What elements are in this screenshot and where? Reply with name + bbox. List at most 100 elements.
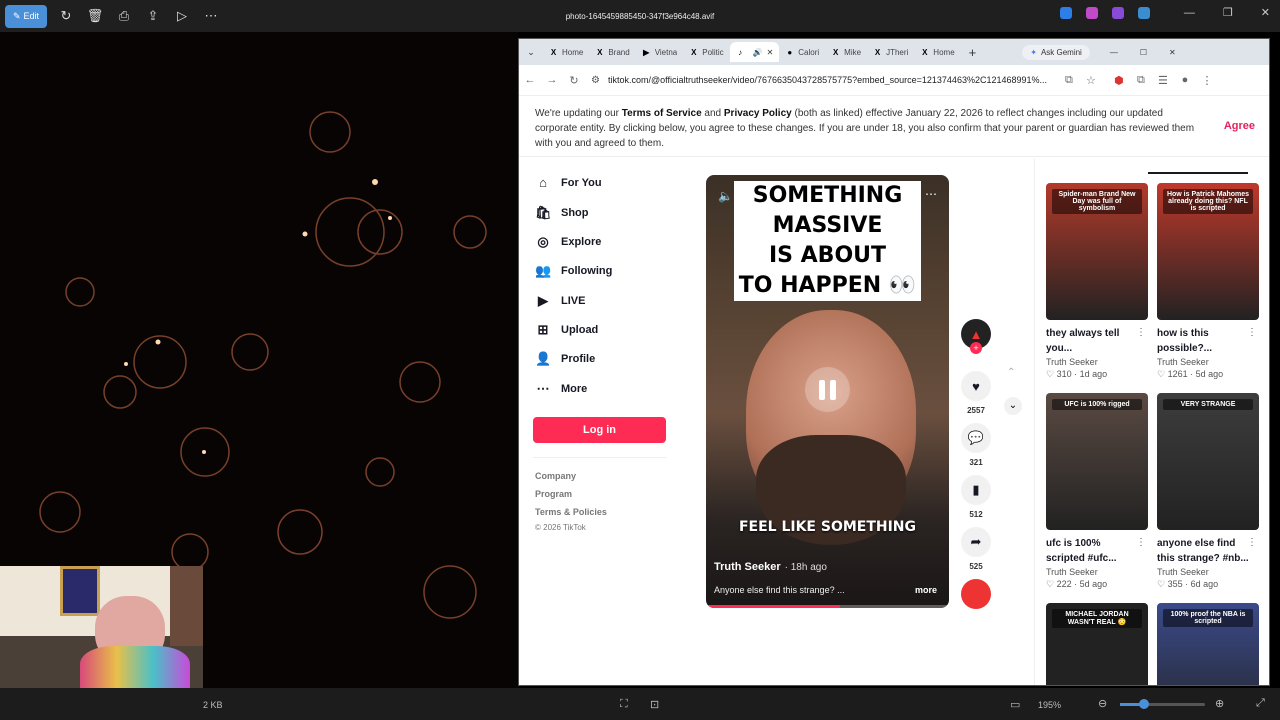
agree-button[interactable]: Agree: [1224, 119, 1255, 134]
prev-video-icon[interactable]: ⌃: [1007, 367, 1015, 378]
actual-size-icon[interactable]: ▭: [1010, 698, 1020, 711]
copilot-icon[interactable]: [1085, 6, 1098, 19]
footer-program[interactable]: Program: [535, 489, 572, 499]
related-video-card[interactable]: VERY STRANGE anyone else find this strang…: [1157, 393, 1261, 590]
more-options-icon[interactable]: ⋯: [201, 6, 221, 26]
related-video-card[interactable]: 100% proof the NBA is scripted: [1157, 603, 1261, 685]
tab-close-icon[interactable]: ✕: [767, 48, 774, 57]
pause-button[interactable]: [805, 367, 850, 412]
nav-item-upload[interactable]: ⊞ Upload: [535, 322, 599, 338]
window-close-icon[interactable]: ✕: [1169, 48, 1176, 57]
media-icon[interactable]: ☰: [1152, 74, 1174, 87]
fit-icon[interactable]: ⛶: [620, 698, 628, 711]
nav-item-following[interactable]: 👥 Following: [535, 263, 612, 279]
card-menu-icon[interactable]: ⋮: [1247, 327, 1257, 338]
print-icon[interactable]: ⎙: [114, 6, 134, 26]
card-title[interactable]: they always tell you...: [1046, 326, 1138, 356]
card-menu-icon[interactable]: ⋮: [1136, 327, 1146, 338]
zoom-out-icon[interactable]: ⊖: [1098, 697, 1107, 710]
card-author[interactable]: Truth Seeker: [1157, 357, 1261, 367]
card-menu-icon[interactable]: ⋮: [1247, 537, 1257, 548]
tab-search-icon[interactable]: ⌄: [519, 47, 543, 58]
video-thumbnail[interactable]: UFC is 100% rigged: [1046, 393, 1148, 530]
card-title[interactable]: how is this possible?...: [1157, 326, 1249, 356]
browser-tab[interactable]: X Home: [914, 42, 960, 62]
ask-gemini-button[interactable]: ✦ Ask Gemini: [1022, 44, 1090, 60]
site-info-icon[interactable]: ⚙: [591, 75, 600, 86]
browser-tab[interactable]: X Brand: [589, 42, 635, 62]
app-icon[interactable]: [1059, 6, 1072, 19]
video-more-link[interactable]: more: [915, 585, 937, 595]
nav-item-for-you[interactable]: ⌂ For You: [535, 175, 601, 190]
video-player[interactable]: 🔈 ⋯ SOMETHING MASSIVE IS ABOUT TO HAPPEN 👀 …: [706, 175, 949, 608]
slideshow-icon[interactable]: ▷: [172, 6, 192, 26]
browser-tab[interactable]: ▶ Vietna: [636, 42, 684, 62]
nav-item-live[interactable]: ▶ LIVE: [535, 293, 585, 309]
card-author[interactable]: Truth Seeker: [1046, 567, 1150, 577]
browser-tab[interactable]: X Home: [543, 42, 589, 62]
nav-item-more[interactable]: ⋯ More: [535, 381, 588, 397]
share-icon[interactable]: ⇪: [143, 6, 163, 26]
browser-tab[interactable]: X Politic: [683, 42, 729, 62]
adblock-icon[interactable]: ⬢: [1108, 74, 1130, 87]
rotate-icon[interactable]: ↻: [56, 6, 76, 26]
bookmark-star-icon[interactable]: ☆: [1080, 74, 1102, 87]
video-thumbnail[interactable]: Spider-man Brand New Day was full of sym…: [1046, 183, 1148, 320]
related-video-card[interactable]: Spider-man Brand New Day was full of sym…: [1046, 183, 1150, 380]
creator-avatar[interactable]: ▲ +: [958, 319, 994, 354]
related-video-card[interactable]: MICHAEL JORDAN WASN'T REAL 😳: [1046, 603, 1150, 685]
video-progress[interactable]: [706, 605, 949, 608]
zoom-in-icon[interactable]: ⊕: [1215, 697, 1224, 710]
video-thumbnail[interactable]: How is Patrick Mahomes already doing thi…: [1157, 183, 1259, 320]
maximize-icon[interactable]: ❐: [1223, 6, 1233, 19]
window-maximize-icon[interactable]: ☐: [1140, 48, 1147, 57]
browser-tab[interactable]: ● Calori: [779, 42, 825, 62]
privacy-link[interactable]: Privacy Policy: [724, 108, 792, 119]
volume-icon[interactable]: 🔈: [718, 189, 733, 203]
browser-tab[interactable]: X JTheri: [867, 42, 914, 62]
nav-item-profile[interactable]: 👤 Profile: [535, 351, 595, 367]
fullscreen-icon[interactable]: ⤢: [1256, 697, 1265, 710]
clipchamp-icon[interactable]: [1111, 6, 1124, 19]
browser-tab[interactable]: ♪ 🔊 ✕: [729, 42, 780, 62]
card-title[interactable]: anyone else find this strange? #nb...: [1157, 536, 1249, 566]
new-tab-icon[interactable]: +: [969, 45, 977, 60]
profile-avatar[interactable]: ●: [1174, 74, 1196, 86]
extensions-icon[interactable]: ⧉: [1130, 74, 1152, 87]
card-title[interactable]: ufc is 100% scripted #ufc...: [1046, 536, 1138, 566]
video-thumbnail[interactable]: VERY STRANGE: [1157, 393, 1259, 530]
comment-button[interactable]: 💬 321: [958, 423, 994, 467]
follow-plus-icon[interactable]: +: [970, 342, 982, 354]
next-video-icon[interactable]: ⌄: [1004, 397, 1022, 415]
related-video-card[interactable]: UFC is 100% rigged ufc is 100% scripted #…: [1046, 393, 1150, 590]
card-menu-icon[interactable]: ⋮: [1136, 537, 1146, 548]
card-author[interactable]: Truth Seeker: [1157, 567, 1261, 577]
browser-tab[interactable]: X Mike: [825, 42, 867, 62]
zoom-slider[interactable]: [1120, 699, 1205, 709]
like-button[interactable]: ♥ 2557: [958, 371, 994, 415]
video-author[interactable]: Truth Seeker · 18h ago: [714, 561, 827, 573]
minimize-icon[interactable]: —: [1184, 7, 1195, 19]
edit-button[interactable]: ✎ Edit: [5, 4, 47, 28]
video-thumbnail[interactable]: MICHAEL JORDAN WASN'T REAL 😳: [1046, 603, 1148, 685]
nav-item-shop[interactable]: 🛍 Shop: [535, 205, 589, 221]
install-app-icon[interactable]: ⧉: [1058, 74, 1080, 87]
cloud-icon[interactable]: [1137, 6, 1150, 19]
url-field[interactable]: tiktok.com/@officialtruthseeker/video/76…: [608, 75, 1058, 85]
share-button[interactable]: ➦ 525: [958, 527, 994, 571]
forward-icon[interactable]: →: [541, 74, 563, 86]
music-disc[interactable]: [958, 579, 994, 609]
login-button[interactable]: Log in: [533, 417, 666, 443]
nav-item-explore[interactable]: ◎ Explore: [535, 234, 601, 250]
footer-terms[interactable]: Terms & Policies: [535, 507, 607, 517]
zoom-level[interactable]: 195%: [1038, 700, 1061, 710]
delete-icon[interactable]: 🗑: [85, 6, 105, 26]
menu-icon[interactable]: ⋮: [1196, 74, 1218, 87]
terms-link[interactable]: Terms of Service: [622, 108, 702, 119]
video-more-icon[interactable]: ⋯: [925, 187, 937, 201]
related-video-card[interactable]: How is Patrick Mahomes already doing thi…: [1157, 183, 1261, 380]
footer-company[interactable]: Company: [535, 471, 576, 481]
crop-icon[interactable]: ⊡: [650, 698, 659, 711]
save-button[interactable]: ▮ 512: [958, 475, 994, 519]
reload-icon[interactable]: ↻: [563, 74, 585, 87]
